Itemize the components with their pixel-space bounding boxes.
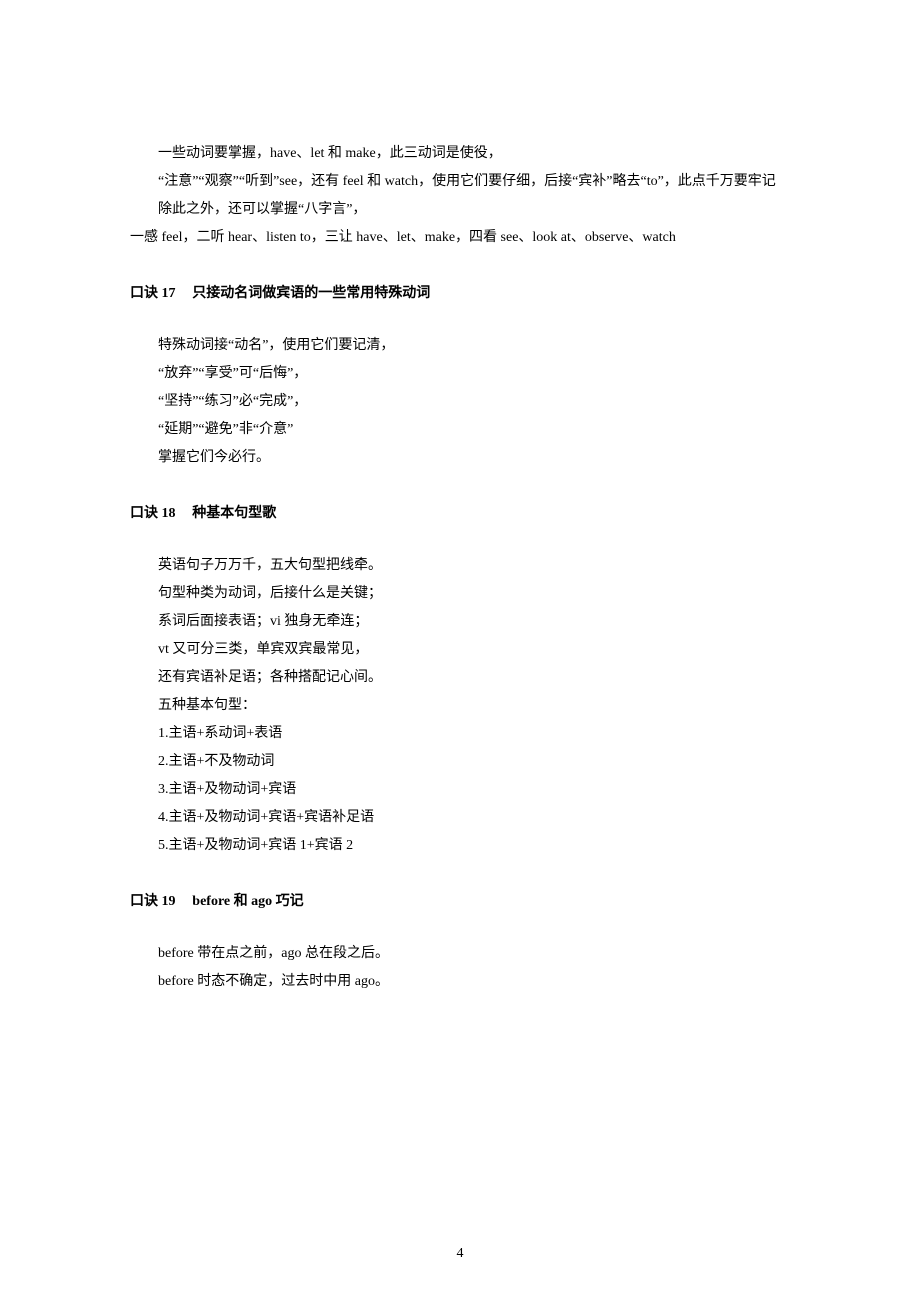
heading-title: 只接动名词做宾语的一些常用特殊动词	[192, 286, 430, 301]
section-heading-18: 口诀 18 种基本句型歌	[130, 500, 790, 528]
heading-number: 口诀 18	[130, 506, 176, 521]
body-text: before 带在点之前，ago 总在段之后。	[130, 940, 790, 968]
body-text: 特殊动词接“动名”，使用它们要记清，	[130, 332, 790, 360]
section-heading-19: 口诀 19 before 和 ago 巧记	[130, 888, 790, 916]
body-text: 英语句子万万千，五大句型把线牵。	[130, 552, 790, 580]
list-item: 2.主语+不及物动词	[130, 748, 790, 776]
body-text: 还有宾语补足语；各种搭配记心间。	[130, 664, 790, 692]
body-text: 掌握它们今必行。	[130, 444, 790, 472]
heading-number: 口诀 17	[130, 286, 176, 301]
heading-title: 种基本句型歌	[192, 506, 276, 521]
list-item: 1.主语+系动词+表语	[130, 720, 790, 748]
page-number: 4	[0, 1240, 920, 1268]
body-text: 系词后面接表语；vi 独身无牵连；	[130, 608, 790, 636]
body-text: 一些动词要掌握，have、let 和 make，此三动词是使役，	[130, 140, 790, 168]
heading-title: before 和 ago 巧记	[192, 894, 303, 909]
heading-number: 口诀 19	[130, 894, 176, 909]
document-page: 一些动词要掌握，have、let 和 make，此三动词是使役， “注意”“观察…	[0, 0, 920, 1302]
body-text: 句型种类为动词，后接什么是关键；	[130, 580, 790, 608]
list-item: 4.主语+及物动词+宾语+宾语补足语	[130, 804, 790, 832]
body-text: 除此之外，还可以掌握“八字言”，	[130, 196, 790, 224]
list-item: 3.主语+及物动词+宾语	[130, 776, 790, 804]
body-text: “放弃”“享受”可“后悔”，	[130, 360, 790, 388]
body-text: 一感 feel，二听 hear、listen to，三让 have、let、ma…	[130, 224, 790, 252]
body-text: before 时态不确定，过去时中用 ago。	[130, 968, 790, 996]
section-heading-17: 口诀 17 只接动名词做宾语的一些常用特殊动词	[130, 280, 790, 308]
body-text: “坚持”“练习”必“完成”，	[130, 388, 790, 416]
body-text: 五种基本句型：	[130, 692, 790, 720]
list-item: 5.主语+及物动词+宾语 1+宾语 2	[130, 832, 790, 860]
body-text: vt 又可分三类，单宾双宾最常见，	[130, 636, 790, 664]
body-text: “注意”“观察”“听到”see，还有 feel 和 watch，使用它们要仔细，…	[130, 168, 790, 196]
body-text: “延期”“避免”非“介意”	[130, 416, 790, 444]
